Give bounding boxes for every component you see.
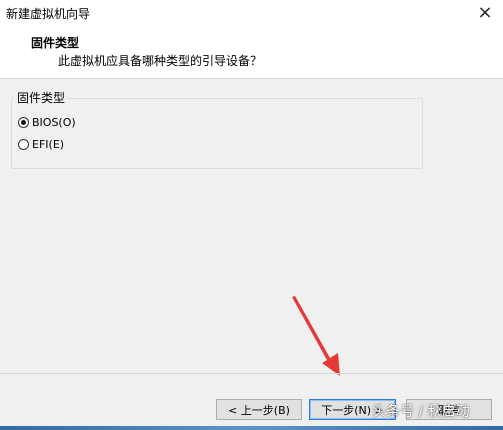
back-button[interactable]: < 上一步(B) [216,399,302,420]
footer-divider [0,373,503,374]
watermark: 头条号 / 秋启动 [372,404,470,420]
taskbar-strip [0,426,503,430]
annotation-arrow [292,296,340,376]
arrow-shape [292,296,340,376]
wizard-window: 新建虚拟机向导 × 固件类型 此虚拟机应具备哪种类型的引导设备？ 固件类型 BI… [0,0,503,430]
